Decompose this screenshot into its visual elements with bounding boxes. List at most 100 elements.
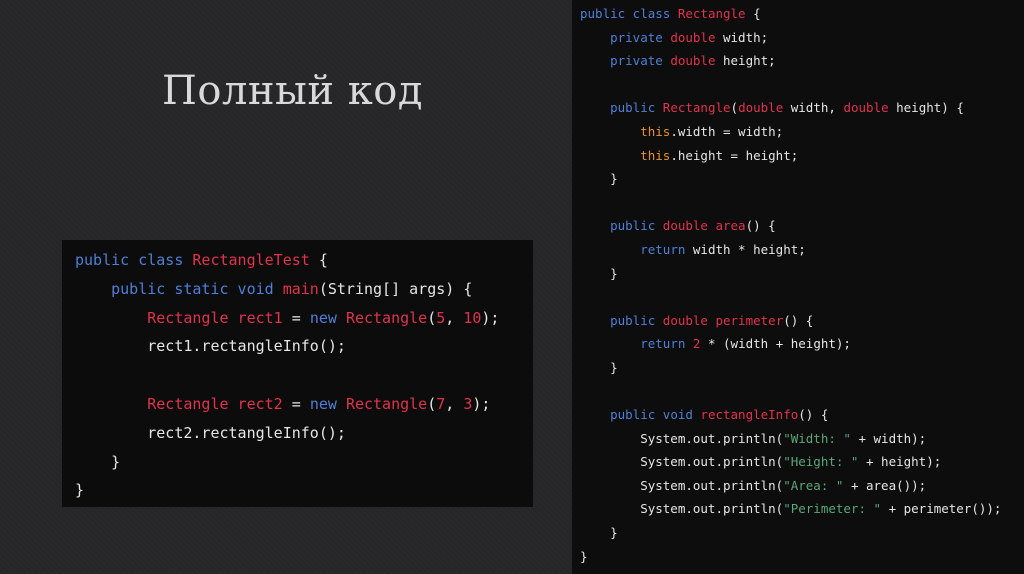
code-token: ); (472, 394, 491, 413)
code-token: System.out.println( (580, 477, 784, 493)
code-token: "Perimeter: " (783, 501, 882, 517)
code-token: public class (580, 6, 678, 21)
code-token: return (640, 336, 693, 352)
code-token: private (610, 29, 671, 45)
code-token: = (282, 394, 310, 413)
code-token: Rectangle rect2 (147, 394, 283, 413)
code-token: width; (715, 29, 769, 45)
code-token: double (662, 218, 716, 234)
code-token: perimeter (715, 312, 784, 328)
code-token: public (610, 218, 663, 234)
code-line: Rectangle rect2 = new Rectangle(7, 3); (62, 390, 533, 419)
code-line: } (572, 521, 1024, 545)
rectangle-test-code-block: public class RectangleTest { public stat… (62, 240, 533, 507)
code-token: 5 (436, 308, 446, 327)
code-line: } (572, 545, 1024, 569)
code-line: } (572, 356, 1024, 380)
code-line: public Rectangle(double width, double he… (572, 96, 1024, 120)
code-line: return 2 * (width + height); (572, 332, 1024, 356)
code-token: { (745, 6, 761, 21)
code-token: "Width: " (783, 430, 851, 446)
code-token: + area()); (843, 477, 927, 493)
code-token: * (width + height); (700, 336, 851, 352)
code-token: } (580, 548, 588, 564)
code-line: public double perimeter() { (572, 309, 1024, 333)
code-token: main (282, 279, 319, 298)
code-line: } (62, 476, 533, 505)
code-token: return (640, 241, 686, 257)
code-token: new (309, 394, 346, 413)
rectangle-class-code-block: public class Rectangle { private double … (572, 0, 1024, 574)
code-token: public (610, 100, 663, 116)
code-token: RectangleTest (192, 251, 310, 269)
code-token: () { (745, 218, 776, 234)
code-token: new (309, 308, 346, 327)
code-token: .height = height; (670, 147, 799, 163)
code-token: public static void (111, 279, 283, 298)
code-line: } (572, 167, 1024, 191)
code-token: double (670, 29, 716, 45)
code-token: .width = width; (670, 123, 784, 139)
code-token: } (580, 359, 618, 375)
code-token: (String[] args) { (318, 279, 473, 298)
code-token: Rectangle rect1 (147, 308, 283, 327)
code-token: rectangleInfo (700, 407, 799, 423)
code-line: System.out.println("Height: " + height); (572, 450, 1024, 474)
code-token: public (610, 312, 663, 328)
code-line: public double area() { (572, 214, 1024, 238)
code-token: Rectangle (345, 308, 428, 327)
code-token: System.out.println( (580, 501, 784, 517)
code-token: , (445, 308, 464, 327)
code-token: "Height: " (783, 454, 859, 470)
code-token: 7 (436, 394, 446, 413)
code-token: ( (427, 308, 437, 327)
code-token: Rectangle (345, 394, 428, 413)
code-token: ( (730, 100, 739, 116)
code-line: rect1.rectangleInfo(); (62, 332, 533, 361)
code-line: System.out.println("Perimeter: " + perim… (572, 497, 1024, 521)
code-token: private (610, 53, 671, 69)
code-line: return width * height; (572, 238, 1024, 262)
code-line: public static void main(String[] args) { (62, 275, 533, 304)
code-token: double (670, 53, 716, 69)
code-token: double (843, 100, 889, 116)
code-token: = (282, 308, 310, 327)
code-token: double (662, 312, 716, 328)
code-line: Rectangle rect1 = new Rectangle(5, 10); (62, 304, 533, 333)
code-token: "Area: " (783, 477, 844, 493)
code-token: height) { (888, 100, 964, 116)
code-token: this (640, 123, 671, 139)
code-token: ( (427, 394, 437, 413)
code-token: public class (75, 251, 193, 269)
code-token: , (445, 394, 464, 413)
code-token: () { (798, 407, 829, 423)
code-token: height; (715, 53, 776, 69)
code-token: rect2.rectangleInfo(); (75, 423, 346, 442)
code-token: ); (481, 308, 500, 327)
code-token: } (580, 525, 618, 541)
code-line: public void rectangleInfo() { (572, 403, 1024, 427)
code-line: private double width; (572, 26, 1024, 50)
code-token: } (580, 265, 618, 281)
code-token: double (738, 100, 784, 116)
code-token: rect1.rectangleInfo(); (75, 337, 346, 356)
code-token: System.out.println( (580, 430, 784, 446)
code-line: public class Rectangle { (572, 2, 1024, 26)
code-token: } (75, 481, 85, 500)
code-token: } (75, 452, 121, 471)
code-line: private double height; (572, 49, 1024, 73)
code-token: width, (783, 100, 844, 116)
